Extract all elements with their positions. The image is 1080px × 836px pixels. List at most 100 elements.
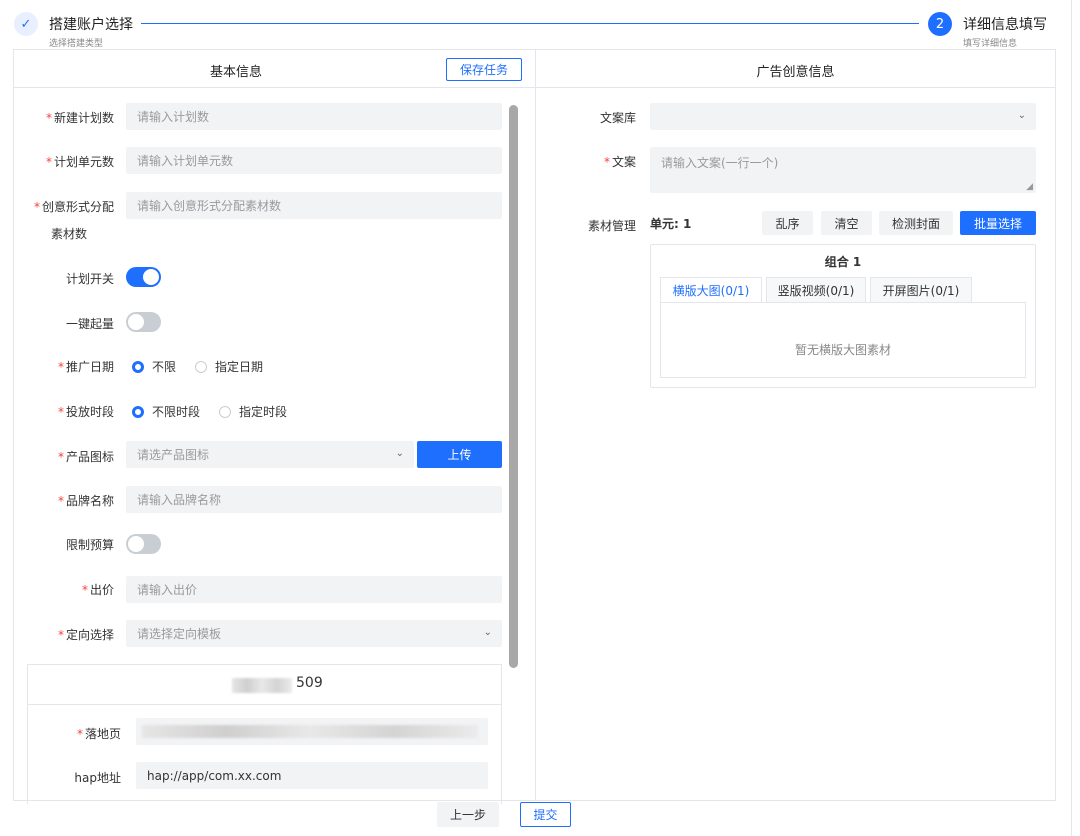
bid-input[interactable]: 请输入出价 <box>126 576 502 603</box>
toggle-knob <box>128 536 144 552</box>
check-icon: ✓ <box>14 12 38 36</box>
bid-label-wrap: * 出价 <box>14 581 114 597</box>
basic-info-title: 基本信息 <box>209 65 262 80</box>
previous-step-button[interactable]: 上一步 <box>437 802 499 827</box>
unit-count-label-wrap: * 计划单元数 <box>14 153 114 169</box>
unit-count-text: 单元: 1 <box>650 217 692 231</box>
material-management-label: 素材管理 <box>587 219 636 233</box>
tab-splash-image[interactable]: 开屏图片(0/1) <box>870 277 972 303</box>
creative-alloc-input[interactable]: 请输入创意形式分配素材数 <box>126 192 502 219</box>
redacted-account-name <box>232 678 292 693</box>
batch-select-button[interactable]: 批量选择 <box>960 211 1036 235</box>
shuffle-button[interactable]: 乱序 <box>762 211 813 235</box>
left-scrollbar-thumb[interactable] <box>509 105 518 668</box>
unit-count-input[interactable]: 请输入计划单元数 <box>126 147 502 174</box>
required-mark: * <box>81 583 88 597</box>
brand-name-input[interactable]: 请输入品牌名称 <box>126 486 502 513</box>
budget-limit-toggle[interactable] <box>126 534 161 554</box>
redacted-landing-url <box>142 725 478 738</box>
hap-address-input[interactable]: hap://app/com.xx.com <box>136 762 488 789</box>
ad-creative-header: 广告创意信息 <box>536 50 1055 88</box>
step2-subtitle: 填写详细信息 <box>963 39 1018 49</box>
step2-number: 2 <box>928 12 952 36</box>
promo-date-label: * 推广日期 <box>57 360 114 374</box>
copy-textarea[interactable]: 请输入文案(一行一个) ◢ <box>650 147 1036 193</box>
one-click-label: 一键起量 <box>65 317 114 331</box>
required-mark: * <box>57 628 64 642</box>
product-icon-select[interactable]: 请选产品图标 ⌄ <box>126 441 414 468</box>
delivery-time-unlimited-radio[interactable]: 不限时段 <box>132 403 200 420</box>
tab-vertical-video[interactable]: 竖版视频(0/1) <box>766 277 866 303</box>
unit-count-label: * 计划单元数 <box>45 155 114 169</box>
landing-page-input[interactable] <box>136 718 488 745</box>
radio-unchecked-icon <box>219 405 231 418</box>
delivery-time-label-wrap: * 投放时段 <box>14 403 114 419</box>
creative-alloc-label: * 创意形式分配 <box>33 200 114 214</box>
upload-button[interactable]: 上传 <box>417 441 502 468</box>
one-click-toggle[interactable] <box>126 312 161 332</box>
required-mark: * <box>603 155 610 169</box>
bid-label: * 出价 <box>81 583 114 597</box>
toggle-knob <box>143 269 159 285</box>
promo-date-unlimited-radio[interactable]: 不限 <box>132 358 176 375</box>
delivery-time-label: * 投放时段 <box>57 405 114 419</box>
required-mark: * <box>57 360 64 374</box>
check-cover-button[interactable]: 检测封面 <box>879 211 953 235</box>
tab-panel: 暂无横版大图素材 <box>660 302 1026 378</box>
plan-count-label: * 新建计划数 <box>45 111 114 125</box>
submit-button[interactable]: 提交 <box>520 802 571 827</box>
save-task-button[interactable]: 保存任务 <box>446 58 522 81</box>
radio-checked-icon <box>132 405 144 418</box>
delivery-time-specified-radio[interactable]: 指定时段 <box>219 403 287 420</box>
step1-title[interactable]: 搭建账户选择 <box>49 14 133 34</box>
copy-library-select[interactable]: ⌄ <box>650 103 1036 130</box>
step1-subtitle: 选择搭建类型 <box>49 39 104 49</box>
tab-horizontal-image[interactable]: 横版大图(0/1) <box>660 277 762 303</box>
radio-unchecked-icon <box>195 360 207 373</box>
promo-date-specified-radio[interactable]: 指定日期 <box>195 358 263 375</box>
sub-card-title-suffix: 509 <box>296 675 323 691</box>
creative-alloc-label-line2: 素材数 <box>51 227 88 241</box>
creative-alloc-label-wrap: * 创意形式分配 <box>14 198 114 214</box>
hap-address-label: hap地址 <box>74 771 121 785</box>
targeting-placeholder: 请选择定向模板 <box>137 627 222 641</box>
product-icon-label: * 产品图标 <box>57 450 114 464</box>
required-mark: * <box>57 405 64 419</box>
resize-handle-icon[interactable]: ◢ <box>1026 182 1033 192</box>
required-mark: * <box>76 727 83 741</box>
panel-divider <box>535 50 536 800</box>
empty-material-text: 暂无横版大图素材 <box>794 343 891 357</box>
sub-card-header: 509 <box>28 665 501 705</box>
required-mark: * <box>33 200 40 214</box>
one-click-label-wrap: 一键起量 <box>14 315 114 331</box>
chevron-down-icon: ⌄ <box>395 448 404 459</box>
required-mark: * <box>57 450 64 464</box>
steps-header: ✓ 搭建账户选择 选择搭建类型 2 详细信息填写 填写详细信息 <box>0 0 1080 50</box>
plan-switch-label: 计划开关 <box>65 272 114 286</box>
brand-name-label-wrap: * 品牌名称 <box>14 492 114 508</box>
plan-switch-label-wrap: 计划开关 <box>14 270 114 286</box>
ad-creative-title: 广告创意信息 <box>756 65 835 80</box>
landing-page-label: * 落地页 <box>76 727 121 741</box>
toggle-knob <box>128 314 144 330</box>
chevron-down-icon: ⌄ <box>1017 110 1026 121</box>
copy-placeholder: 请输入文案(一行一个) <box>661 156 779 170</box>
required-mark: * <box>45 155 52 169</box>
clear-button[interactable]: 清空 <box>821 211 872 235</box>
copy-library-label: 文案库 <box>599 111 636 125</box>
brand-name-label: * 品牌名称 <box>57 494 114 508</box>
targeting-select[interactable]: 请选择定向模板 ⌄ <box>126 620 502 647</box>
combo-title: 组合 1 <box>824 255 862 269</box>
promo-date-label-wrap: * 推广日期 <box>14 358 114 374</box>
main-frame: 基本信息 保存任务 * 新建计划数 请输入计划数 * 计划单元数 请输入计划单元数 … <box>13 49 1056 804</box>
plan-count-input[interactable]: 请输入计划数 <box>126 103 502 130</box>
radio-checked-icon <box>132 360 144 373</box>
account-sub-card: 509 * 落地页 hap地址 hap://app/com.xx.com <box>27 664 502 804</box>
plan-switch-toggle[interactable] <box>126 267 161 287</box>
chevron-down-icon: ⌄ <box>483 627 492 638</box>
step2-title: 详细信息填写 <box>963 17 1047 33</box>
step-connector <box>141 23 919 24</box>
product-icon-placeholder: 请选产品图标 <box>137 448 210 462</box>
copy-label: * 文案 <box>603 155 636 169</box>
budget-limit-label: 限制预算 <box>65 538 114 552</box>
